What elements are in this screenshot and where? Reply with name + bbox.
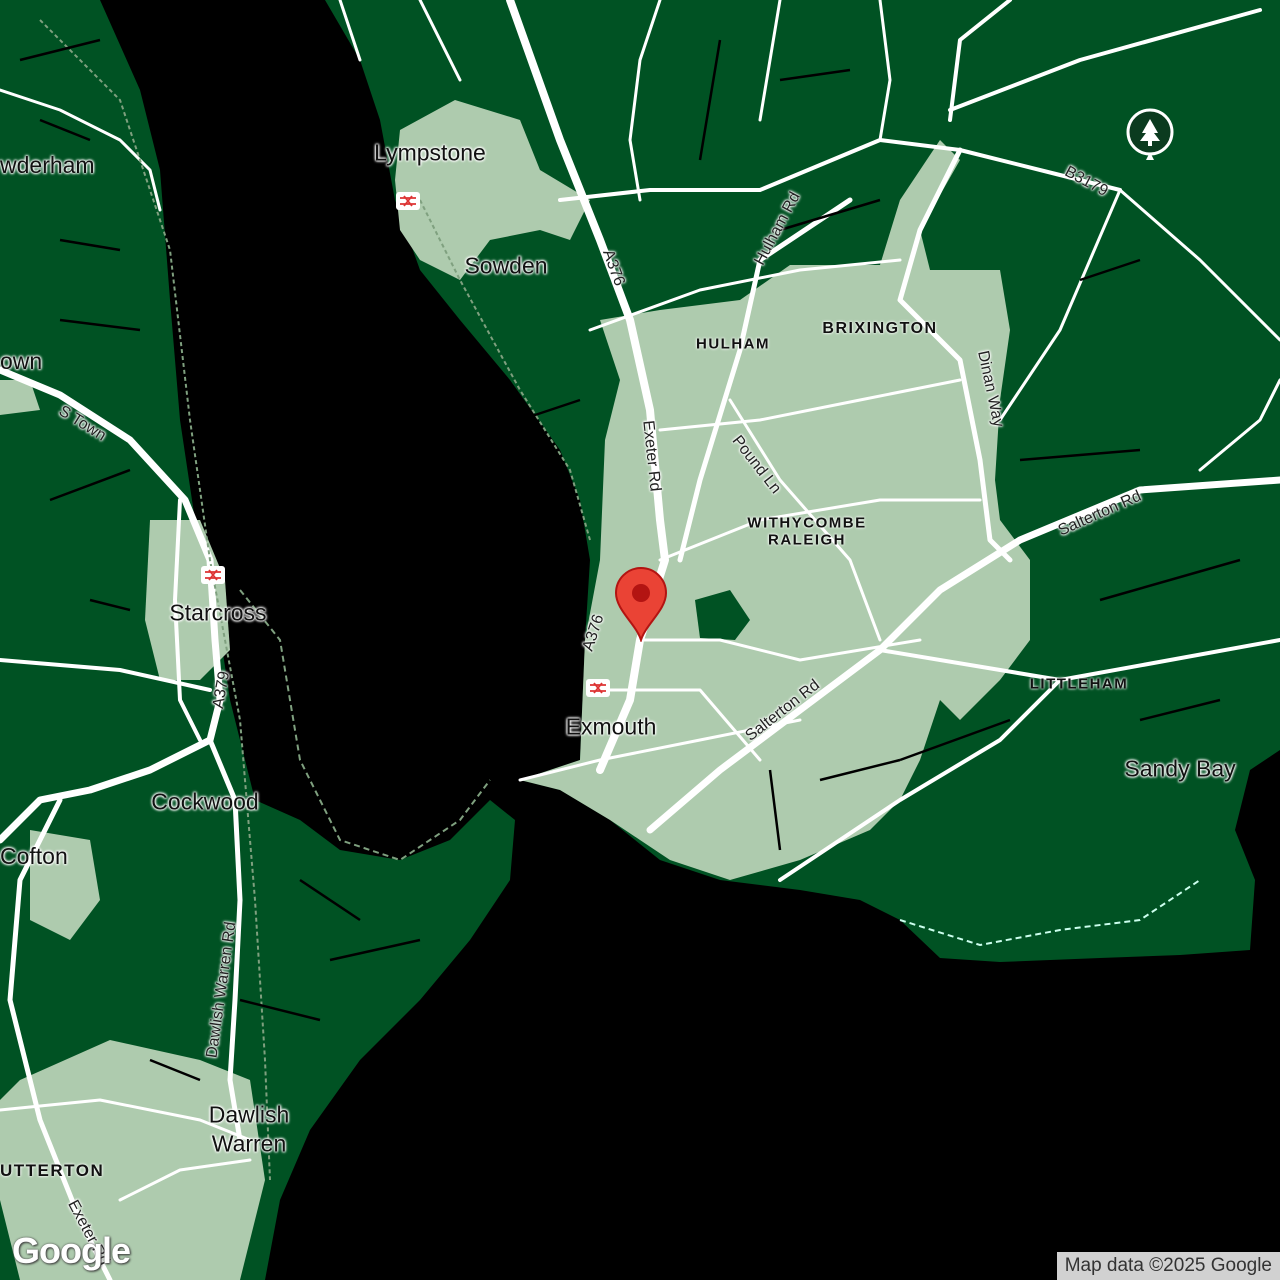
place-label-sandy-bay[interactable]: Sandy Bay xyxy=(1124,756,1235,783)
place-label-exmouth[interactable]: Exmouth xyxy=(566,714,657,741)
map-pin-icon[interactable] xyxy=(614,566,668,647)
google-logo: Google xyxy=(12,1230,131,1271)
place-label-lympstone[interactable]: Lympstone xyxy=(374,140,486,167)
map-canvas[interactable]: Lympstone wderham Sowden BRIXINGTON HULH… xyxy=(0,0,1280,1280)
place-label-town-left[interactable]: own xyxy=(0,348,42,375)
place-label-withycombe[interactable]: WITHYCOMBE xyxy=(747,515,866,532)
place-label-powderham[interactable]: wderham xyxy=(0,152,95,179)
place-label-hulham[interactable]: HULHAM xyxy=(696,336,770,353)
place-label-cutterton[interactable]: UTTERTON xyxy=(0,1161,104,1181)
place-label-littleham[interactable]: LITTLEHAM xyxy=(1030,676,1128,693)
attribution-text[interactable]: Map data ©2025 Google xyxy=(1056,1252,1280,1280)
place-label-sowden[interactable]: Sowden xyxy=(464,253,547,280)
place-label-dawlish[interactable]: Dawlish xyxy=(209,1102,290,1129)
place-label-cockwood[interactable]: Cockwood xyxy=(151,789,258,816)
place-label-cofton[interactable]: Cofton xyxy=(0,843,68,870)
place-label-starcross[interactable]: Starcross xyxy=(169,600,266,627)
train-station-icon[interactable] xyxy=(201,566,225,584)
train-station-icon[interactable] xyxy=(586,679,610,697)
place-label-raleigh[interactable]: RALEIGH xyxy=(768,532,846,549)
place-label-brixington[interactable]: BRIXINGTON xyxy=(822,320,937,338)
place-label-warren[interactable]: Warren xyxy=(212,1131,287,1158)
tree-icon[interactable] xyxy=(1126,108,1174,169)
train-station-icon[interactable] xyxy=(396,192,420,210)
